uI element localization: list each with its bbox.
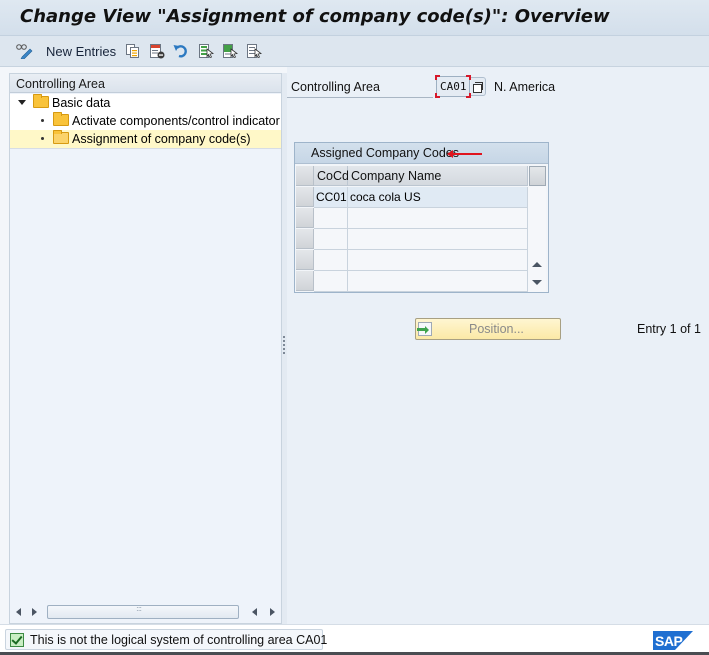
table-cell-cocd[interactable]	[314, 208, 348, 229]
copy-as-icon	[125, 43, 141, 59]
row-selector[interactable]	[296, 187, 314, 207]
select-all-button[interactable]	[198, 42, 214, 60]
table-cell-cocd[interactable]: CC01	[314, 187, 348, 208]
table-title-text: Assigned Company Codes	[311, 146, 459, 160]
position-icon	[417, 322, 432, 336]
success-check-icon	[10, 633, 24, 647]
tree-node-label: Assignment of company code(s)	[72, 132, 251, 146]
controlling-area-value: CA01	[440, 80, 467, 93]
select-block-icon	[222, 43, 238, 59]
position-button[interactable]: Position...	[415, 318, 561, 340]
scroll-right-icon[interactable]	[32, 608, 37, 616]
scroll-left-icon[interactable]	[252, 608, 257, 616]
row-selector[interactable]	[296, 271, 314, 291]
table-title: Assigned Company Codes	[295, 143, 548, 164]
tree-node-assignment-company-codes[interactable]: Assignment of company code(s)	[10, 130, 281, 149]
bullet-icon	[41, 137, 44, 140]
scroll-right-icon[interactable]	[270, 608, 275, 616]
folder-open-icon	[53, 130, 69, 144]
page-title: Change View "Assignment of company code(…	[20, 6, 610, 27]
undo-change-button[interactable]	[173, 42, 189, 60]
table-cell-company-name[interactable]	[348, 229, 528, 250]
folder-icon	[33, 94, 49, 108]
row-selector[interactable]	[296, 208, 314, 228]
delete-button[interactable]	[149, 42, 165, 60]
focus-corner	[435, 93, 440, 98]
annotation-arrow-icon	[447, 150, 482, 158]
sap-logo-icon: SAP	[653, 631, 693, 650]
expand-triangle-icon[interactable]	[18, 100, 26, 105]
select-block-button[interactable]	[222, 42, 238, 60]
new-entries-button[interactable]: New Entries	[46, 42, 116, 60]
status-bar: This is not the logical system of contro…	[0, 624, 709, 655]
table-vertical-scrollbar[interactable]	[528, 166, 546, 292]
table-cell-cocd[interactable]	[314, 271, 348, 292]
table-cell-company-name[interactable]: coca cola US	[348, 187, 528, 208]
focus-corner	[435, 75, 440, 80]
deselect-all-icon	[246, 43, 262, 59]
table-cell-company-name[interactable]	[348, 250, 528, 271]
value-help-button[interactable]	[471, 77, 486, 96]
column-settings-button[interactable]	[529, 166, 546, 186]
column-header-cocd[interactable]: CoCd	[314, 166, 349, 186]
undo-change-icon	[173, 43, 189, 59]
tree-node-basic-data[interactable]: Basic data	[10, 94, 281, 112]
scroll-thumb[interactable]	[47, 604, 239, 619]
controlling-area-field[interactable]: CA01	[435, 75, 471, 98]
display-change-button[interactable]	[15, 42, 33, 60]
copy-as-button[interactable]	[125, 42, 141, 60]
display-change-icon	[15, 43, 33, 60]
table-cell-company-name[interactable]	[348, 208, 528, 229]
row-selector[interactable]	[296, 229, 314, 249]
status-message-text: This is not the logical system of contro…	[30, 633, 328, 647]
column-header-company-name[interactable]: Company Name	[348, 166, 528, 186]
detail-area: Controlling Area CA01 N. America Assigne…	[287, 67, 709, 624]
folder-icon	[53, 112, 69, 126]
delete-icon	[149, 43, 165, 59]
status-message[interactable]: This is not the logical system of contro…	[5, 629, 327, 650]
tree-node-label: Basic data	[52, 96, 111, 110]
table-cell-company-name[interactable]	[348, 271, 528, 292]
select-all-icon	[198, 43, 214, 59]
tree-node-label: Activate components/control indicator	[72, 114, 280, 128]
title-bar: Change View "Assignment of company code(…	[0, 0, 709, 36]
dialog-structure-tree: Controlling Area Basic data Activate com…	[9, 73, 282, 624]
assigned-company-codes-table: Assigned Company Codes CoCd Company Name…	[294, 142, 549, 293]
table-cell-cocd[interactable]	[314, 229, 348, 250]
deselect-all-button[interactable]	[246, 42, 262, 60]
entry-counter: Entry 1 of 1	[637, 322, 701, 336]
row-selector[interactable]	[296, 250, 314, 270]
svg-text:SAP: SAP	[655, 633, 682, 649]
table-cell-cocd[interactable]	[314, 250, 348, 271]
controlling-area-description: N. America	[494, 80, 556, 94]
bullet-icon	[41, 119, 44, 122]
application-toolbar: New Entries	[0, 36, 709, 67]
select-all-rows-button[interactable]	[296, 166, 314, 186]
new-entries-label: New Entries	[46, 43, 117, 59]
sap-window: Change View "Assignment of company code(…	[0, 0, 709, 655]
scroll-down-icon[interactable]	[532, 280, 542, 285]
tree-header: Controlling Area	[10, 74, 281, 93]
table-grid: CoCd Company Name CC01 coca cola US	[296, 166, 547, 292]
scroll-left-icon[interactable]	[16, 608, 21, 616]
scroll-up-icon[interactable]	[532, 262, 542, 267]
position-label: Position...	[469, 322, 524, 336]
label-underline	[287, 97, 433, 98]
controlling-area-label: Controlling Area	[291, 80, 380, 94]
tree-node-activate-components[interactable]: Activate components/control indicator	[10, 112, 281, 130]
tree-horizontal-scrollbar[interactable]	[10, 601, 281, 623]
